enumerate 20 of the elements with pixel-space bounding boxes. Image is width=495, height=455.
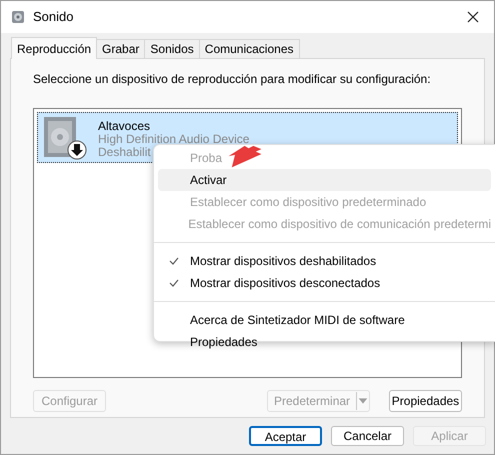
caret-icon	[357, 397, 369, 405]
device-status: Deshabilit	[98, 146, 151, 159]
button[interactable]: Cancelar	[331, 426, 404, 446]
instruction-text: Seleccione un dispositivo de reproducción para modificar su configuración:	[33, 71, 432, 88]
tab[interactable]: Comunicaciones	[198, 39, 300, 58]
menu-item[interactable]: Propiedades	[158, 331, 491, 353]
button[interactable]: Propiedades	[389, 390, 462, 412]
tab[interactable]: Reproducción	[11, 37, 98, 59]
menu-item[interactable]: Acerca de Sintetizador MIDI de software	[158, 309, 491, 331]
device-name: Altavoces	[98, 120, 150, 133]
menu-item[interactable]: Mostrar dispositivos desconectados	[158, 272, 491, 294]
close-icon[interactable]	[467, 11, 479, 23]
menu-item[interactable]: Mostrar dispositivos deshabilitados	[158, 250, 491, 272]
window-title: Sonido	[33, 8, 74, 26]
menu-item[interactable]: Activar	[158, 169, 491, 191]
speaker-icon	[11, 10, 25, 24]
device-description: High Definition Audio Device	[98, 133, 250, 146]
check-icon	[169, 279, 179, 287]
button[interactable]: Aceptar	[249, 426, 322, 446]
check-icon	[169, 257, 179, 265]
